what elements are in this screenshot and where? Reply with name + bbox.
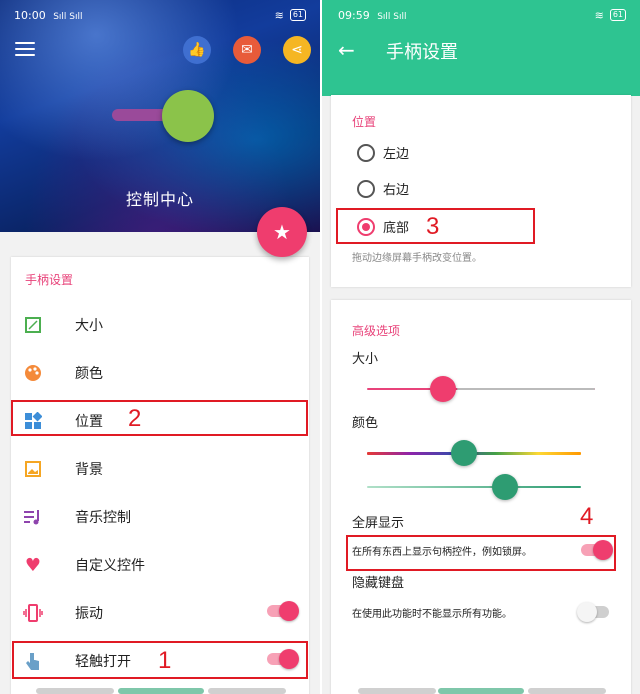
star-fab-button[interactable]: ★ (257, 207, 307, 257)
menu-item-color[interactable]: 颜色 (11, 353, 309, 393)
radio-button[interactable] (357, 179, 375, 198)
callout-number-1: 1 (158, 647, 172, 674)
wifi-icon: ≋ (274, 8, 284, 22)
hide-keyboard-label: 隐藏键盘 (352, 576, 405, 591)
radio-left[interactable]: 左边 (357, 143, 409, 162)
menu-label: 自定义控件 (75, 558, 145, 574)
signal-icon: Sıll Sıll (53, 11, 83, 22)
radio-button[interactable] (357, 143, 375, 162)
hide-keyboard-toggle[interactable] (577, 602, 609, 622)
menu-label: 大小 (75, 318, 103, 334)
battery-icon: 61 (609, 9, 626, 21)
menu-item-background[interactable]: 背景 (11, 449, 309, 489)
bottom-tab-indicator (528, 688, 606, 694)
position-card: 位置 左边 右边 底部 拖动边缘屏幕手柄改变位置。 (331, 95, 631, 287)
callout-number-4: 4 (580, 503, 594, 530)
music-icon (23, 507, 43, 527)
hero-title: 控制中心 (125, 190, 194, 209)
status-time: 10:00 (14, 8, 46, 22)
vibration-toggle[interactable] (267, 601, 299, 621)
menu-label: 音乐控制 (75, 510, 131, 526)
left-screen: 10:00 Sıll Sıll ≋ 61 👍 ✉ ⋖ 控制中心 ★ 手柄设置 大… (0, 0, 320, 694)
callout-box-4 (346, 535, 616, 571)
menu-label: 振动 (75, 606, 103, 622)
status-bar: 10:00 Sıll Sıll ≋ 61 (14, 6, 306, 24)
status-time: 09:59 (338, 8, 370, 22)
bottom-tab-indicator (208, 688, 286, 694)
menu-item-size[interactable]: 大小 (11, 305, 309, 345)
advanced-card: 高级选项 大小 颜色 全屏显示 在所有东西上显示句柄控件，例如锁屏。 隐藏键盘 … (331, 300, 631, 694)
image-icon (23, 459, 43, 479)
bottom-tab-indicator (358, 688, 436, 694)
menu-item-music-control[interactable]: 音乐控制 (11, 497, 309, 537)
mail-icon[interactable]: ✉ (233, 36, 261, 64)
signal-icon: Sıll Sıll (377, 11, 407, 22)
advanced-section-title: 高级选项 (352, 324, 401, 338)
color-label: 颜色 (352, 416, 379, 431)
radio-label: 左边 (383, 147, 410, 162)
handle-settings-card: 手柄设置 大小 颜色 位置 背景 音乐控制 ♥ 自定义控件 振动 轻触打开 (11, 257, 309, 694)
right-screen: 09:59 Sıll Sıll ≋ 61 ← 手柄设置 位置 左边 右边 底部 … (322, 0, 640, 694)
position-hint: 拖动边缘屏幕手柄改变位置。 (352, 253, 482, 264)
card-title: 手柄设置 (25, 273, 74, 287)
size-label: 大小 (352, 352, 379, 367)
thumbs-up-icon[interactable]: 👍 (183, 36, 211, 64)
menu-icon[interactable] (15, 42, 35, 57)
menu-label: 颜色 (75, 366, 103, 382)
back-arrow-icon[interactable]: ← (338, 38, 355, 62)
size-slider-rest (457, 388, 595, 390)
share-icon[interactable]: ⋖ (283, 36, 311, 64)
shade-slider-thumb[interactable] (492, 474, 518, 500)
wifi-icon: ≋ (594, 8, 604, 22)
size-icon (23, 315, 43, 335)
radio-right[interactable]: 右边 (357, 179, 409, 198)
menu-label: 背景 (75, 462, 103, 478)
app-bar: 09:59 Sıll Sıll ≋ 61 ← 手柄设置 (322, 0, 640, 96)
callout-number-3: 3 (426, 213, 440, 240)
position-section-title: 位置 (352, 115, 377, 129)
radio-label: 右边 (383, 183, 410, 198)
hue-slider-thumb[interactable] (451, 440, 477, 466)
shade-slider-track[interactable] (367, 486, 581, 488)
battery-icon: 61 (289, 9, 306, 21)
menu-item-vibration[interactable]: 振动 (11, 593, 309, 633)
palette-icon (23, 363, 43, 383)
handle-preview-knob[interactable] (162, 90, 214, 142)
heart-icon: ♥ (24, 554, 42, 576)
fullscreen-label: 全屏显示 (352, 516, 405, 531)
vibrate-icon (23, 603, 43, 623)
hide-keyboard-desc: 在使用此功能时不能显示所有功能。 (352, 609, 512, 620)
menu-item-custom-controls[interactable]: ♥ 自定义控件 (11, 545, 309, 585)
bottom-tab-indicator-active (438, 688, 524, 694)
size-slider-thumb[interactable] (430, 376, 456, 402)
callout-box-2 (11, 400, 308, 436)
callout-number-2: 2 (128, 405, 142, 432)
bottom-tab-indicator (36, 688, 114, 694)
bottom-tab-indicator-active (118, 688, 204, 694)
star-icon: ★ (273, 220, 291, 244)
status-bar: 09:59 Sıll Sıll ≋ 61 (338, 6, 626, 24)
page-title: 手柄设置 (386, 42, 458, 63)
control-center-header: 10:00 Sıll Sıll ≋ 61 👍 ✉ ⋖ 控制中心 (0, 0, 320, 232)
